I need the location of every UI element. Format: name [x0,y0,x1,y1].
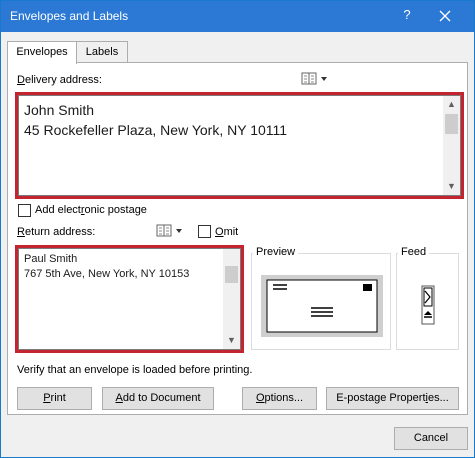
envelope-preview-icon[interactable] [261,275,383,337]
tab-envelopes-label: Envelopes [16,46,68,58]
print-label: rint [50,392,66,404]
add-mnemonic: A [115,392,123,404]
tab-envelopes[interactable]: Envelopes [7,41,77,64]
electronic-postage-label: Add electronic postage [35,204,147,216]
postage-label-part2: onic postage [84,204,147,216]
close-icon[interactable] [433,4,457,28]
tab-labels-label: Labels [85,46,119,58]
return-scrollbar[interactable]: ▼ [223,249,240,349]
return-address-label: Return address: [17,226,95,238]
return-address-input[interactable]: Paul Smith 767 5th Ave, New York, NY 101… [18,248,241,350]
cancel-button[interactable]: Cancel [394,427,468,450]
add-to-document-button[interactable]: Add to Document [102,387,214,410]
dialog-title: Envelopes and Labels [10,9,129,23]
add-label: dd to Document [122,392,201,404]
scroll-thumb[interactable] [445,114,458,134]
address-book-icon[interactable] [301,72,331,86]
scroll-down-icon[interactable]: ▼ [223,332,240,349]
delivery-label-mnemonic: D [17,74,25,86]
e-postage-properties-button[interactable]: E-postage Properties... [326,387,459,410]
print-button[interactable]: Print [17,387,92,410]
omit-checkbox[interactable] [198,225,211,238]
electronic-postage-checkbox[interactable] [18,204,31,217]
scroll-up-icon[interactable]: ▲ [443,96,460,113]
delivery-label-text: elivery address: [24,74,102,86]
return-address-text: Paul Smith 767 5th Ave, New York, NY 101… [24,253,190,280]
postage-label-part1: Add elect [35,204,81,216]
return-label-mnemonic: R [17,226,25,238]
chevron-down-icon [176,229,182,233]
tab-labels[interactable]: Labels [76,41,128,63]
feed-method-icon[interactable] [413,285,443,325]
help-button[interactable]: ? [399,7,415,22]
omit-label-mnemonic: O [215,226,224,238]
return-address-book-icon[interactable] [156,224,186,238]
delivery-address-input[interactable]: John Smith 45 Rockefeller Plaza, New Yor… [18,95,461,196]
delivery-address-label: Delivery address: [17,74,102,86]
preview-title: Preview [253,246,299,258]
delivery-scrollbar[interactable]: ▲ ▼ [443,96,460,195]
options-button[interactable]: Options... [242,387,317,410]
scroll-up-icon[interactable] [223,249,240,266]
options-mnemonic: O [255,392,265,404]
return-label-text: eturn address: [24,226,96,238]
epost-label-pre: E-postage Propert [336,392,426,404]
envelopes-labels-dialog: Envelopes and Labels ? Envelopes Labels … [0,0,475,458]
omit-label: Omit [215,226,238,238]
print-mnemonic: P [43,392,51,404]
title-bar[interactable]: Envelopes and Labels ? [1,1,474,32]
delivery-address-text: John Smith 45 Rockefeller Plaza, New Yor… [24,102,288,138]
chevron-down-icon [321,77,327,81]
options-label: ptions... [264,392,304,404]
envelope-notice: Verify that an envelope is loaded before… [17,364,253,376]
scroll-thumb[interactable] [225,266,238,283]
omit-label-part2: mit [223,226,239,238]
feed-title: Feed [398,246,430,258]
epost-label: es... [427,392,449,404]
scroll-down-icon[interactable]: ▼ [443,178,460,195]
envelopes-panel: Delivery address: John Smith 45 Rockefel… [7,62,468,415]
